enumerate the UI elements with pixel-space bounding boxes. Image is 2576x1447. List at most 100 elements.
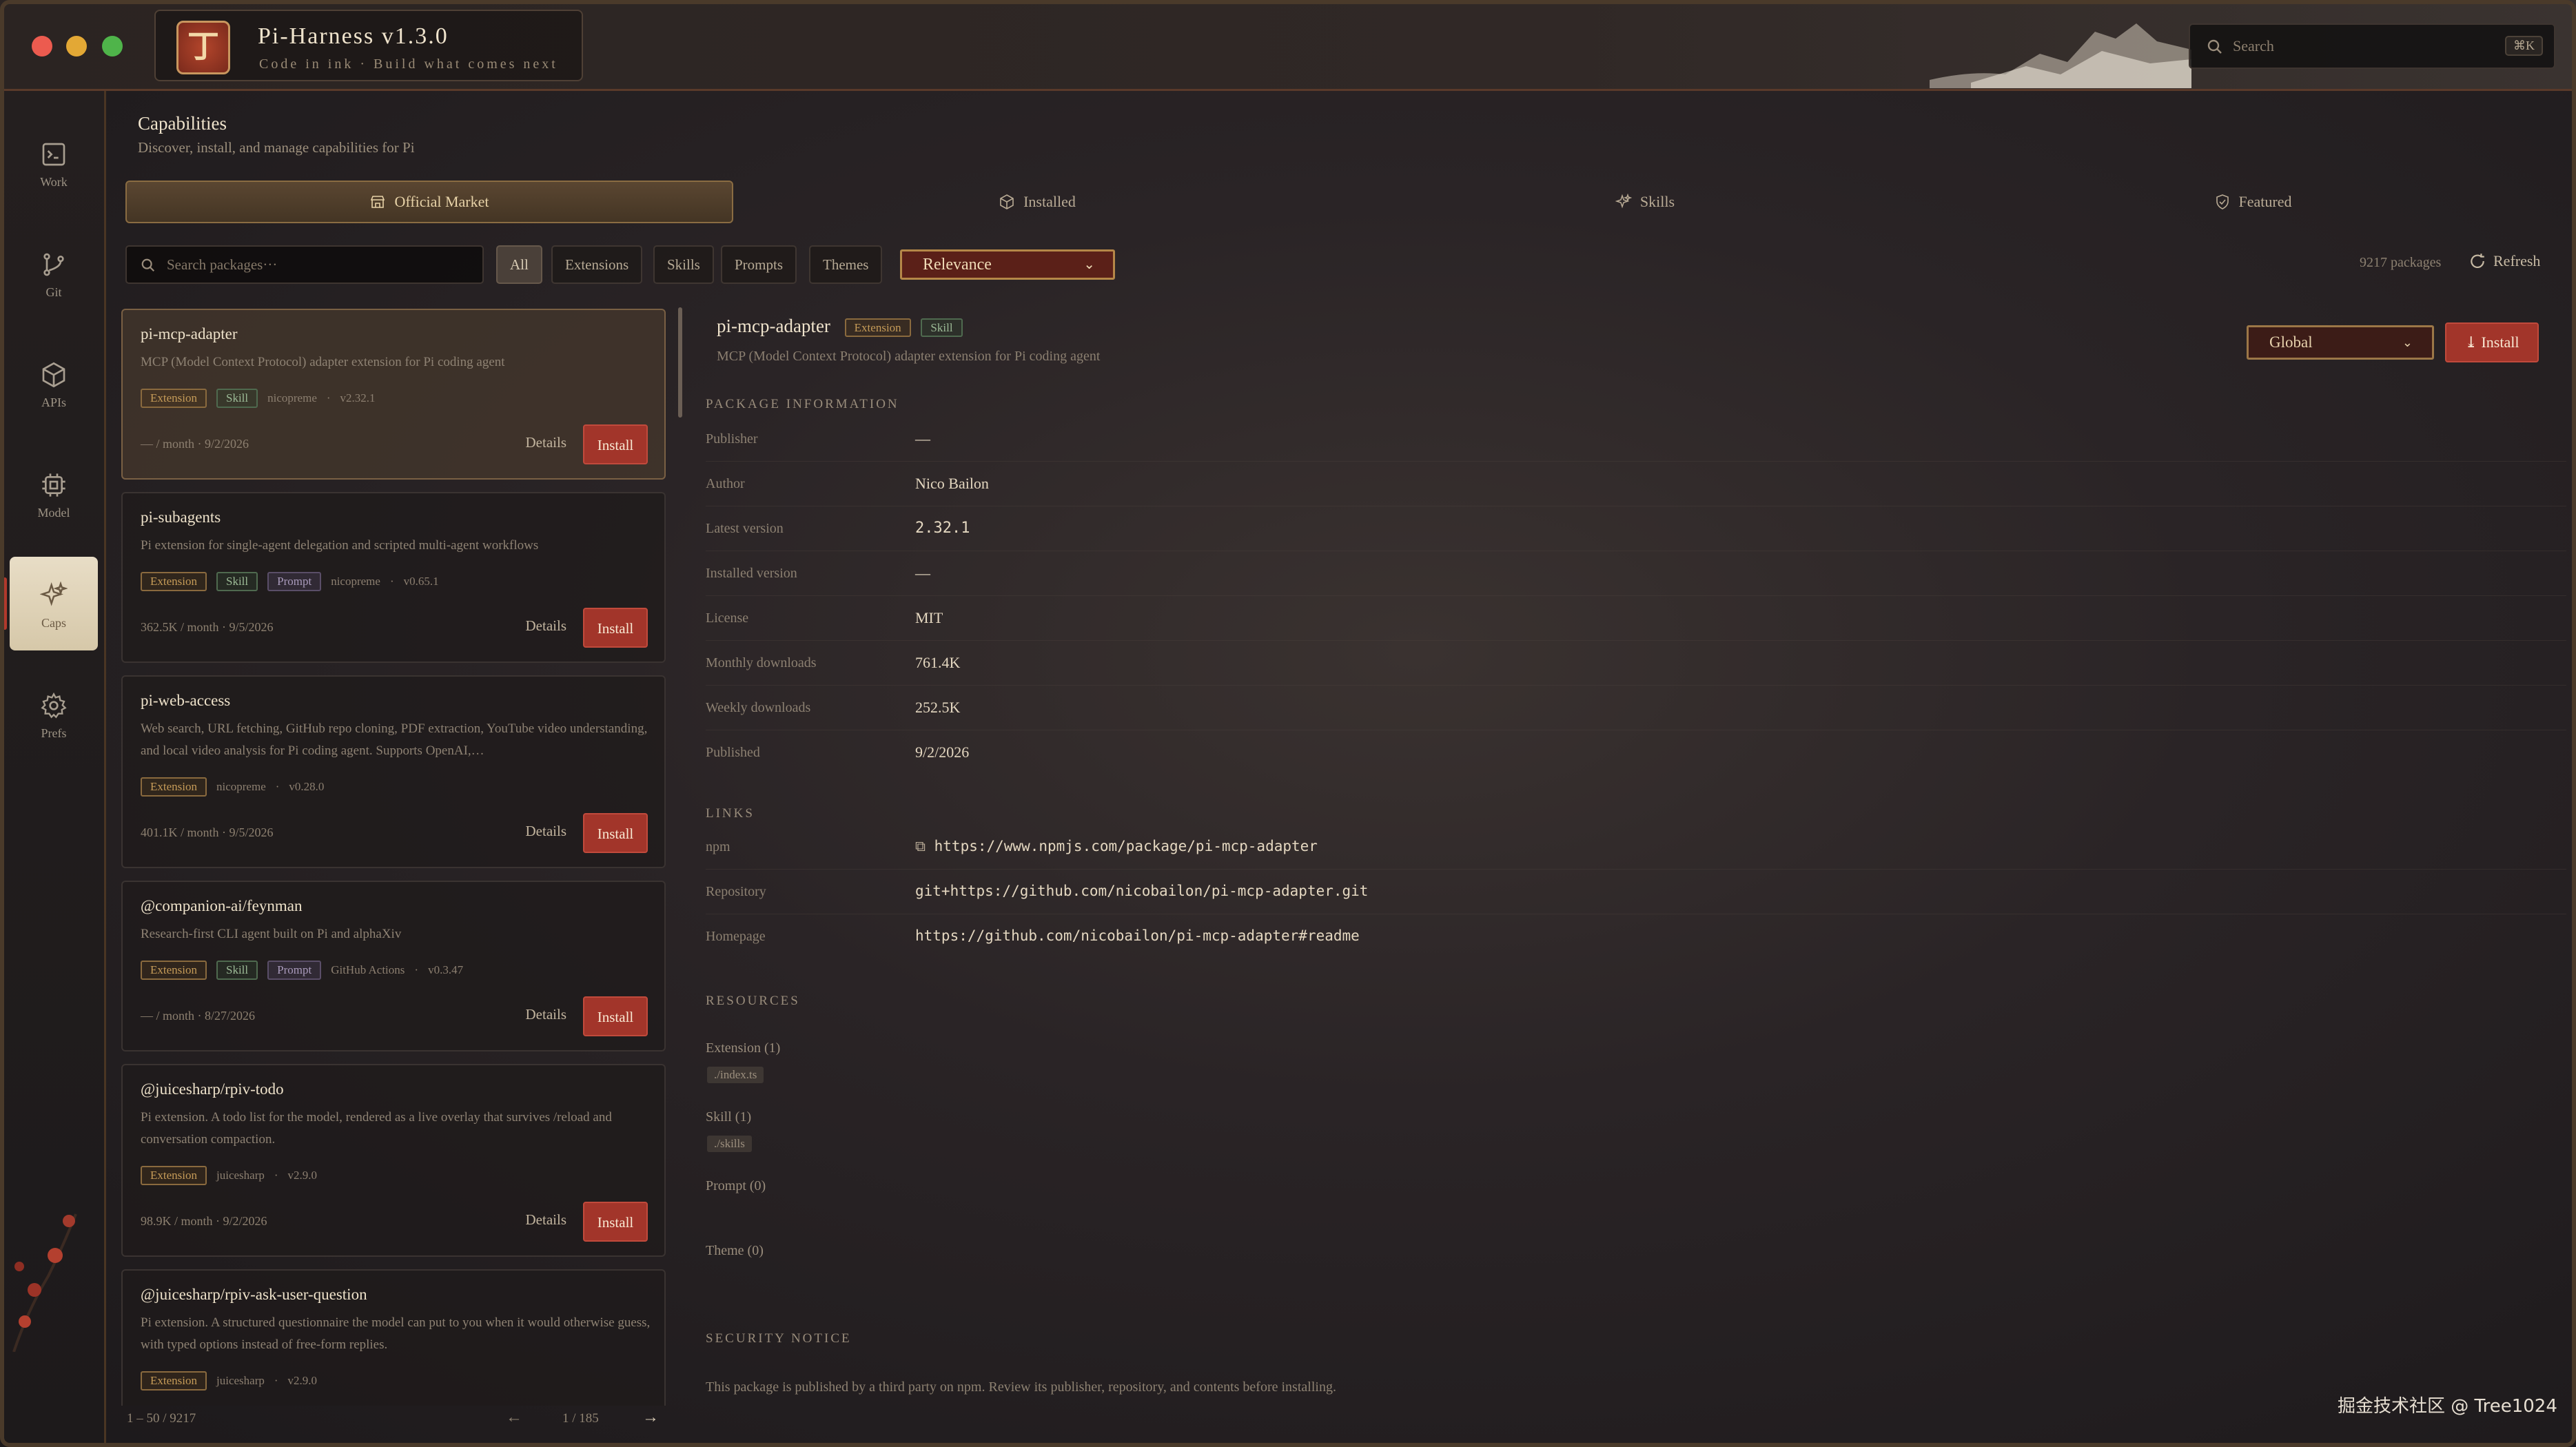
resource-extension-label: Extension (1): [706, 1040, 781, 1056]
maximize-window-button[interactable]: [102, 36, 123, 57]
terminal-icon: [42, 143, 65, 166]
box-icon: [1000, 194, 1014, 209]
minimize-window-button[interactable]: [66, 36, 87, 57]
search-placeholder: Search: [2233, 37, 2274, 54]
info-value: 761.4K: [915, 654, 961, 671]
package-search-input[interactable]: Search packages···: [125, 245, 484, 284]
rail-item-caps[interactable]: Caps: [3, 557, 98, 650]
search-icon: [141, 258, 155, 272]
global-search-input[interactable]: Search ⌘K: [2189, 23, 2555, 69]
rail-item-prefs[interactable]: Prefs: [10, 667, 98, 761]
filter-chip-skills[interactable]: Skills: [653, 245, 714, 284]
package-stats: — / month · 8/27/2026: [141, 1009, 255, 1023]
security-notice-text: This package is published by a third par…: [706, 1379, 1336, 1395]
prev-page-icon[interactable]: ←: [506, 1408, 522, 1427]
info-key: Author: [706, 476, 745, 491]
list-scrollbar[interactable]: [678, 307, 682, 418]
tab-skills[interactable]: Skills: [1341, 181, 1949, 223]
package-card[interactable]: @juicesharp/rpiv-ask-user-question Pi ex…: [121, 1269, 666, 1406]
rail-label: Git: [45, 285, 62, 299]
tab-label: Featured: [2238, 193, 2292, 210]
info-value: 252.5K: [915, 699, 961, 716]
details-button[interactable]: Details: [526, 1211, 566, 1229]
next-page-icon[interactable]: →: [642, 1408, 659, 1427]
package-card[interactable]: pi-subagents Pi extension for single-age…: [121, 492, 666, 663]
close-window-button[interactable]: [32, 36, 52, 57]
tag-skill: Skill: [216, 389, 258, 408]
search-icon: [2207, 39, 2222, 54]
filter-chip-extensions[interactable]: Extensions: [551, 245, 643, 284]
package-card[interactable]: @juicesharp/rpiv-todo Pi extension. A to…: [121, 1064, 666, 1257]
rail-item-model[interactable]: Model: [10, 447, 98, 540]
info-key: Published: [706, 745, 760, 760]
install-button[interactable]: Install: [583, 813, 648, 853]
info-key: Installed version: [706, 566, 797, 581]
install-button[interactable]: Install: [583, 608, 648, 648]
package-description: Pi extension for single-agent delegation…: [141, 538, 539, 553]
info-key: License: [706, 610, 749, 626]
info-row-monthly-downloads: Monthly downloads 761.4K: [706, 642, 2566, 686]
repository-link[interactable]: git+https://github.com/nicobailon/pi-mcp…: [915, 883, 1368, 899]
separator-dot: ·: [222, 620, 227, 634]
package-version: v2.9.0: [287, 1374, 318, 1387]
external-link-icon: ⧉: [915, 838, 934, 854]
details-button[interactable]: Details: [526, 617, 566, 635]
rail-item-work[interactable]: Work: [10, 116, 98, 209]
package-name: pi-subagents: [141, 509, 221, 526]
sort-select[interactable]: Relevance ⌄: [900, 249, 1115, 280]
package-card[interactable]: @companion-ai/feynman Research-first CLI…: [121, 881, 666, 1051]
install-scope-select[interactable]: Global ⌄: [2247, 325, 2434, 360]
link-text: https://www.npmjs.com/package/pi-mcp-ada…: [934, 838, 1318, 854]
link-key: Repository: [706, 884, 766, 899]
tag-extension: Extension: [141, 961, 207, 980]
filter-chip-themes[interactable]: Themes: [809, 245, 883, 284]
package-stats: 401.1K / month · 9/5/2026: [141, 825, 274, 840]
filter-chip-all[interactable]: All: [496, 245, 542, 284]
detail-name-text: pi-mcp-adapter: [717, 316, 830, 336]
tab-label: Skills: [1639, 193, 1675, 210]
install-button[interactable]: Install: [583, 1202, 648, 1242]
install-button[interactable]: Install: [583, 424, 648, 464]
tab-official-market[interactable]: Official Market: [125, 181, 733, 223]
tag-extension: Extension: [141, 1166, 207, 1185]
tag-skill: Skill: [216, 572, 258, 591]
detail-install-button[interactable]: ⤓ Install: [2445, 322, 2539, 362]
rail-item-git[interactable]: Git: [10, 226, 98, 320]
install-button[interactable]: Install: [583, 996, 648, 1036]
gear-icon: [41, 692, 67, 719]
tab-installed[interactable]: Installed: [733, 181, 1341, 223]
watermark: 掘金技术社区 @ Tree1024: [2338, 1396, 2557, 1417]
title-bar: 丁 Pi-Harness v1.3.0 Code in ink · Build …: [0, 0, 2576, 91]
package-name: @companion-ai/feynman: [141, 897, 303, 914]
details-button[interactable]: Details: [526, 823, 566, 840]
package-downloads: — / month: [141, 437, 195, 451]
resource-skill-label: Skill (1): [706, 1109, 752, 1125]
refresh-button[interactable]: Refresh: [2468, 252, 2540, 270]
filter-chip-prompts[interactable]: Prompts: [721, 245, 797, 284]
homepage-link[interactable]: https://github.com/nicobailon/pi-mcp-ada…: [915, 927, 1360, 944]
app-badge: 丁 Pi-Harness v1.3.0 Code in ink · Build …: [154, 10, 583, 81]
resource-file-chip: ./skills: [707, 1136, 752, 1152]
info-row-published: Published 9/2/2026: [706, 731, 2566, 775]
package-tags: Extension Skill Prompt nicopreme · v0.65…: [141, 572, 439, 591]
info-value: —: [915, 430, 930, 447]
tag-extension: Extension: [141, 389, 207, 408]
link-key: npm: [706, 839, 730, 854]
separator-dot: ·: [197, 437, 202, 451]
tab-featured[interactable]: Featured: [1949, 181, 2557, 223]
info-value: Nico Bailon: [915, 475, 989, 492]
page-title: Capabilities: [138, 113, 227, 134]
separator-dot: ·: [389, 575, 394, 588]
npm-link[interactable]: ⧉ https://www.npmjs.com/package/pi-mcp-a…: [915, 838, 1318, 855]
refresh-label: Refresh: [2493, 252, 2541, 269]
scope-value: Global: [2269, 333, 2313, 351]
package-description: Research-first CLI agent built on Pi and…: [141, 927, 402, 941]
package-card[interactable]: pi-web-access Web search, URL fetching, …: [121, 675, 666, 868]
package-author: nicopreme: [267, 391, 317, 404]
separator-dot: ·: [274, 1169, 278, 1182]
details-button[interactable]: Details: [526, 1006, 566, 1023]
details-button[interactable]: Details: [526, 434, 566, 451]
rail-item-apis[interactable]: APIs: [10, 336, 98, 430]
info-value: 9/2/2026: [915, 743, 970, 761]
package-card[interactable]: pi-mcp-adapter MCP (Model Context Protoc…: [121, 309, 666, 480]
